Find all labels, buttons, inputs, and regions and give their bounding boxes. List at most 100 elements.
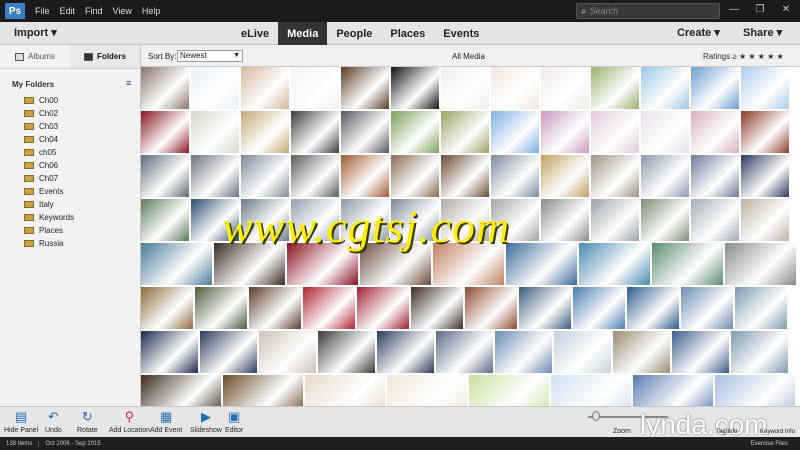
rotate-button[interactable]: ↻ Rotate [77,409,98,434]
photo-thumbnail[interactable] [305,375,385,406]
photo-thumbnail[interactable] [391,199,439,241]
photo-thumbnail[interactable] [357,287,409,329]
photo-thumbnail[interactable] [491,111,539,153]
photo-thumbnail[interactable] [377,331,434,373]
photo-thumbnail[interactable] [249,287,301,329]
photo-thumbnail[interactable] [633,375,713,406]
photo-thumbnail[interactable] [691,155,739,197]
photo-thumbnail[interactable] [141,111,189,153]
tab-events[interactable]: Events [434,22,488,45]
photo-thumbnail[interactable] [141,243,212,285]
photo-thumbnail[interactable] [291,155,339,197]
photo-thumbnail[interactable] [641,155,689,197]
photo-thumbnail[interactable] [469,375,549,406]
folder-item[interactable]: Ch00 [24,94,74,107]
photo-thumbnail[interactable] [433,243,504,285]
photo-thumbnail[interactable] [641,67,689,109]
photo-thumbnail[interactable] [291,111,339,153]
tab-folders[interactable]: Folders [70,45,140,68]
add-location-button[interactable]: ⚲ Add Location [109,409,150,434]
menu-help[interactable]: Help [142,6,161,16]
photo-thumbnail[interactable] [731,331,788,373]
photo-thumbnail[interactable] [441,155,489,197]
menu-find[interactable]: Find [85,6,103,16]
tab-places[interactable]: Places [381,22,434,45]
menu-view[interactable]: View [113,6,132,16]
undo-button[interactable]: ↶ Undo [45,409,62,434]
zoom-slider-handle[interactable] [592,411,600,421]
photo-thumbnail[interactable] [291,199,339,241]
menu-edit[interactable]: Edit [60,6,76,16]
folder-item[interactable]: Russia [24,237,74,250]
photo-thumbnail[interactable] [318,331,375,373]
folder-item[interactable]: Ch03 [24,120,74,133]
photo-thumbnail[interactable] [141,155,189,197]
hide-panel-button[interactable]: ▤ Hide Panel [4,409,38,434]
photo-thumbnail[interactable] [672,331,729,373]
photo-thumbnail[interactable] [641,111,689,153]
photo-thumbnail[interactable] [341,111,389,153]
photo-thumbnail[interactable] [741,67,789,109]
photo-thumbnail[interactable] [551,375,631,406]
minimize-icon[interactable]: — [726,2,742,18]
photo-thumbnail[interactable] [725,243,796,285]
photo-thumbnail[interactable] [303,287,355,329]
photo-thumbnail[interactable] [491,199,539,241]
photo-thumbnail[interactable] [591,199,639,241]
photo-thumbnail[interactable] [411,287,463,329]
photo-thumbnail[interactable] [241,67,289,109]
photo-thumbnail[interactable] [715,375,795,406]
photo-thumbnail[interactable] [491,67,539,109]
editor-button[interactable]: ▣ Editor [225,409,243,434]
photo-thumbnail[interactable] [735,287,787,329]
photo-thumbnail[interactable] [214,243,285,285]
photo-thumbnail[interactable] [591,67,639,109]
photo-thumbnail[interactable] [641,199,689,241]
photo-thumbnail[interactable] [591,111,639,153]
photo-thumbnail[interactable] [691,67,739,109]
tab-albums[interactable]: Albums [0,45,70,68]
keyword-info-label[interactable]: Keyword Info [760,429,795,435]
photo-thumbnail[interactable] [391,155,439,197]
tab-media[interactable]: Media [278,22,328,45]
maximize-icon[interactable]: ❐ [752,2,768,18]
photo-thumbnail[interactable] [541,67,589,109]
list-options-icon[interactable]: ≡ [126,78,131,88]
photo-thumbnail[interactable] [652,243,723,285]
photo-thumbnail[interactable] [741,199,789,241]
folder-item[interactable]: Events [24,185,74,198]
photo-thumbnail[interactable] [241,111,289,153]
photo-thumbnail[interactable] [506,243,577,285]
photo-thumbnail[interactable] [341,155,389,197]
photo-thumbnail[interactable] [554,331,611,373]
photo-thumbnail[interactable] [436,331,493,373]
folder-item[interactable]: Italy [24,198,74,211]
photo-thumbnail[interactable] [141,199,189,241]
folder-item[interactable]: Ch04 [24,133,74,146]
photo-thumbnail[interactable] [441,67,489,109]
photo-thumbnail[interactable] [391,67,439,109]
photo-thumbnail[interactable] [341,199,389,241]
photo-thumbnail[interactable] [141,67,189,109]
tag-info-label[interactable]: Tag/Info [716,429,737,435]
create-button[interactable]: Create ▾ [677,26,720,39]
slideshow-button[interactable]: ▶ Slideshow [190,409,222,434]
photo-thumbnail[interactable] [191,67,239,109]
photo-thumbnail[interactable] [741,111,789,153]
menu-file[interactable]: File [35,6,50,16]
photo-thumbnail[interactable] [200,331,257,373]
photo-thumbnail[interactable] [191,199,239,241]
folder-item[interactable]: Ch06 [24,159,74,172]
photo-thumbnail[interactable] [441,111,489,153]
photo-thumbnail[interactable] [613,331,670,373]
photo-thumbnail[interactable] [141,331,198,373]
photo-thumbnail[interactable] [579,243,650,285]
photo-thumbnail[interactable] [191,111,239,153]
photo-thumbnail[interactable] [441,199,489,241]
import-button[interactable]: Import ▾ [14,26,57,39]
photo-thumbnail[interactable] [191,155,239,197]
photo-thumbnail[interactable] [541,199,589,241]
photo-thumbnail[interactable] [741,155,789,197]
photo-thumbnail[interactable] [241,155,289,197]
folder-item[interactable]: ch05 [24,146,74,159]
